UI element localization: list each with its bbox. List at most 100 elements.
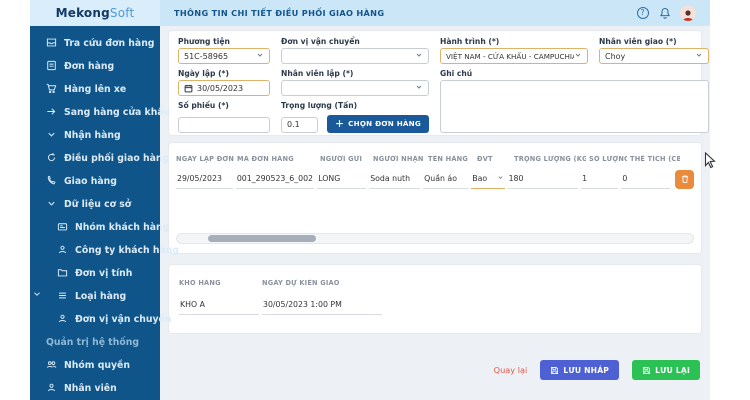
people-icon — [46, 359, 57, 373]
cell-sender[interactable]: LONG — [317, 169, 366, 189]
route-label: Hành trình (*) — [440, 37, 588, 46]
col-kho-hang: KHO HÀNG — [179, 279, 259, 287]
note-field: Ghi chú — [440, 69, 709, 133]
weight-ton-input[interactable] — [281, 117, 318, 133]
col-dvt: ĐVT — [477, 155, 511, 163]
carrier-select[interactable] — [281, 48, 429, 64]
cell-unit-select[interactable]: Bao — [471, 169, 504, 189]
route-field: Hành trình (*) VIỆT NAM - CỬA KHẨU - CAM… — [440, 37, 588, 64]
horizontal-scrollbar[interactable] — [176, 233, 694, 244]
save-draft-button[interactable]: LƯU NHÁP — [540, 360, 619, 380]
cell-item-name[interactable]: Quần áo — [423, 169, 468, 189]
main-content: Phương tiện 51C-58965 Đơn vị vận chuyển … — [160, 26, 710, 400]
save-icon — [550, 366, 559, 375]
folder-icon — [57, 267, 68, 281]
plus-icon — [335, 119, 344, 128]
ticket-no-input[interactable] — [178, 117, 270, 133]
delivery-staff-label: Nhân viên giao (*) — [599, 37, 709, 46]
footer-actions: Quay lại LƯU NHÁP LƯU LẠI — [168, 360, 702, 380]
sidebar-item-giao-hang[interactable]: Giao hàng — [30, 170, 160, 193]
scrollbar-thumb[interactable] — [208, 235, 316, 242]
sidebar-item-don-vi-van-chuyen[interactable]: Đơn vị vận chuyển — [30, 308, 160, 331]
sidebar-item-du-lieu-co-so[interactable]: Dữ liệu cơ sở — [30, 193, 160, 216]
sidebar-item-nhan-hang[interactable]: Nhận hàng — [30, 124, 160, 147]
chevron-down-icon — [415, 51, 423, 61]
sidebar-item-hang-len-xe[interactable]: Hàng lên xe — [30, 78, 160, 101]
trash-icon — [680, 174, 690, 184]
sidebar-nav: Tra cứu đơn hàng Đơn hàng Hàng lên xe Sa… — [30, 26, 160, 400]
note-textarea[interactable] — [440, 80, 709, 133]
sidebar-item-loai-hang[interactable]: Loại hàng — [30, 285, 160, 308]
brand-name-bold: Mekong — [56, 6, 110, 20]
col-ngay-du-kien-giao: NGÀY DỰ KIẾN GIAO — [262, 279, 382, 287]
cell-volume-cbm[interactable]: 0 — [621, 169, 670, 189]
weight-ton-label: Trọng lượng (Tấn) — [281, 101, 429, 110]
cell-order-code[interactable]: 001_290523_6_002 — [236, 169, 314, 189]
chevron-down-icon — [415, 83, 423, 93]
sidebar-item-nhan-vien[interactable]: Nhân viên — [30, 377, 160, 400]
choose-order-button[interactable]: CHỌN ĐƠN HÀNG — [327, 115, 429, 133]
cell-created-date[interactable]: 29/05/2023 — [176, 169, 233, 189]
sidebar-item-nhom-khach-hang[interactable]: Nhóm khách hàng — [30, 216, 160, 239]
col-ngay-lap-don: NGÀY LẬP ĐƠN — [176, 155, 234, 163]
route-select[interactable]: VIỆT NAM - CỬA KHẨU - CAMPUCHIA — [440, 48, 588, 64]
cell-quantity[interactable]: 1 — [581, 169, 618, 189]
created-staff-select[interactable] — [281, 80, 429, 96]
created-date-label: Ngày lập (*) — [178, 69, 270, 78]
col-the-tich-cbm: THỂ TÍCH (CBM) — [630, 155, 680, 163]
delivery-staff-field: Nhân viên giao (*) Choy — [599, 37, 709, 64]
brand-name-light: Soft — [110, 6, 134, 20]
back-link[interactable]: Quay lại — [494, 365, 528, 375]
vehicle-select[interactable]: 51C-58965 — [178, 48, 270, 64]
cell-receiver[interactable]: Soda nuth — [369, 169, 420, 189]
person-icon — [57, 313, 68, 327]
tray-icon — [46, 37, 57, 51]
help-icon[interactable]: ? — [636, 7, 649, 20]
created-staff-label: Nhân viên lập (*) — [281, 69, 429, 78]
note-label: Ghi chú — [440, 69, 709, 78]
created-date-field: Ngày lập (*) 30/05/2023 — [178, 69, 270, 96]
sidebar-item-sang-hang-cua-khau[interactable]: Sang hàng cửa khẩu — [30, 101, 160, 124]
weight-ton-field: Trọng lượng (Tấn) CHỌN ĐƠN HÀNG — [281, 101, 429, 133]
chevron-down-icon — [695, 51, 703, 61]
carrier-label: Đơn vị vận chuyển — [281, 37, 429, 46]
chevron-down-icon — [497, 174, 504, 183]
app-window: MekongSoft THÔNG TIN CHI TIẾT ĐIỀU PHỐI … — [30, 0, 710, 400]
col-so-luong: SỐ LƯỢNG — [589, 155, 627, 163]
sidebar-item-nhom-quyen[interactable]: Nhóm quyền — [30, 354, 160, 377]
cell-weight-kg[interactable]: 180 — [508, 169, 579, 189]
orders-table: NGÀY LẬP ĐƠN MÃ ĐƠN HÀNG NGƯỜI GỬI NGƯỜI… — [168, 142, 702, 254]
created-staff-field: Nhân viên lập (*) — [281, 69, 429, 96]
document-icon — [46, 60, 57, 74]
calendar-icon — [184, 84, 193, 93]
arrow-right-icon — [46, 106, 57, 120]
cell-warehouse[interactable]: KHO A — [179, 295, 259, 315]
delivery-staff-select[interactable]: Choy — [599, 48, 709, 64]
sidebar-item-don-vi-tinh[interactable]: Đơn vị tính — [30, 262, 160, 285]
dispatch-form: Phương tiện 51C-58965 Đơn vị vận chuyển … — [168, 30, 702, 136]
chevron-down-icon — [574, 51, 582, 61]
created-date-input[interactable]: 30/05/2023 — [178, 80, 270, 96]
col-nguoi-gui: NGƯỜI GỬI — [320, 155, 370, 163]
sidebar-section-quan-tri-he-thong: Quản trị hệ thống — [30, 331, 160, 354]
save-button[interactable]: LƯU LẠI — [632, 360, 700, 380]
cell-expected-date[interactable]: 30/05/2023 1:00 PM — [262, 295, 382, 315]
brand-logo: MekongSoft — [30, 0, 160, 26]
bell-icon[interactable] — [658, 7, 671, 20]
sidebar-item-don-hang[interactable]: Đơn hàng — [30, 55, 160, 78]
vehicle-label: Phương tiện — [178, 37, 270, 46]
phone-icon — [46, 175, 57, 189]
user-avatar[interactable] — [680, 5, 696, 21]
sidebar-item-dieu-phoi-giao-hang[interactable]: Điều phối giao hàng — [30, 147, 160, 170]
carrier-field: Đơn vị vận chuyển — [281, 37, 429, 64]
sidebar-item-tra-cuu-don-hang[interactable]: Tra cứu đơn hàng — [30, 32, 160, 55]
col-nguoi-nhan: NGƯỜI NHẬN — [373, 155, 425, 163]
chevron-down-icon — [32, 284, 42, 303]
save-icon — [642, 366, 651, 375]
col-trong-luong-kg: TRỌNG LƯỢNG (KG) — [514, 155, 586, 163]
top-header: MekongSoft THÔNG TIN CHI TIẾT ĐIỀU PHỐI … — [30, 0, 710, 26]
sidebar-item-cong-ty-khach-hang[interactable]: Công ty khách hàng — [30, 239, 160, 262]
chevron-down-icon — [46, 198, 57, 212]
delete-row-button[interactable] — [675, 170, 694, 189]
col-ma-don-hang: MÃ ĐƠN HÀNG — [237, 155, 317, 163]
